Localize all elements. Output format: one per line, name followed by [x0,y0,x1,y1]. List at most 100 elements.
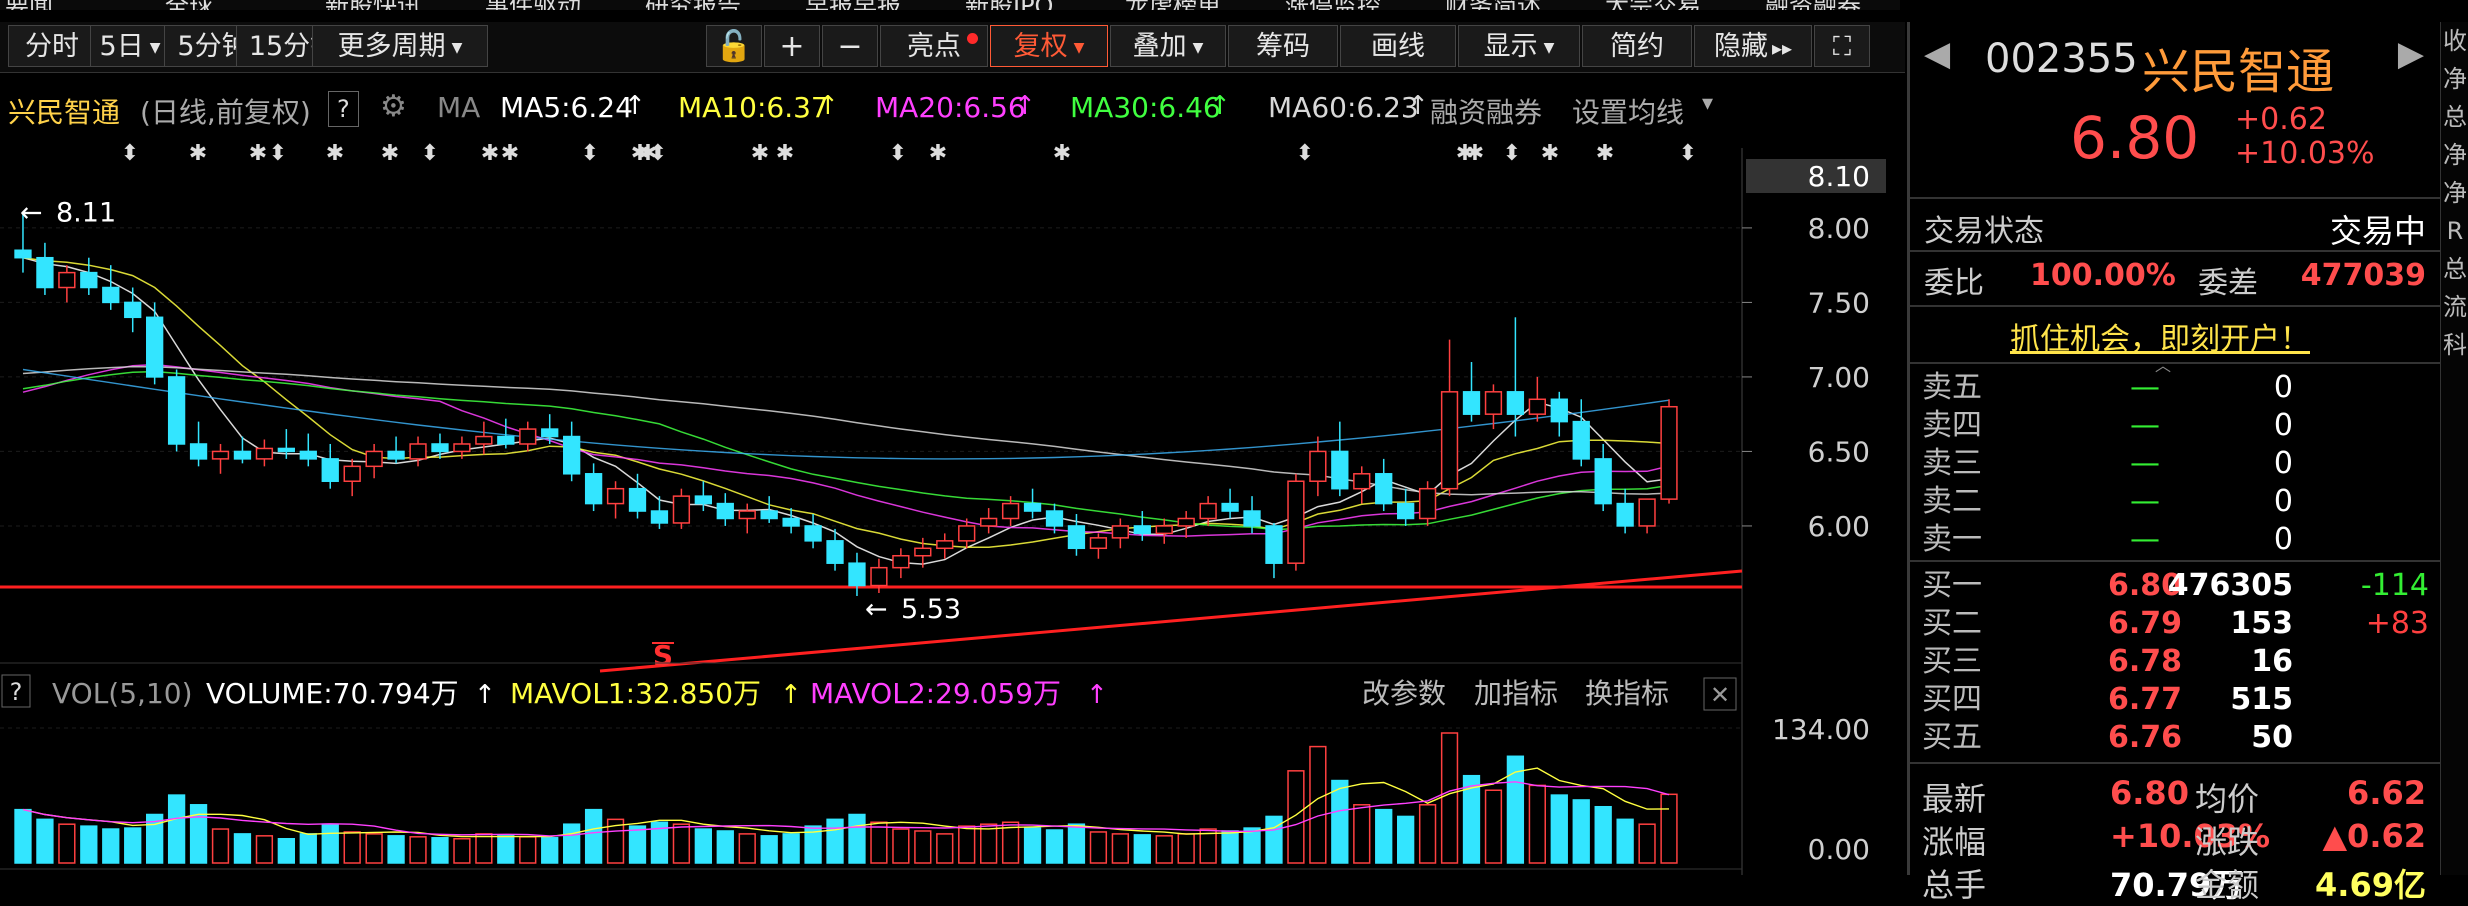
candle-body[interactable] [321,458,339,482]
event-marker-icon[interactable]: ⬍ [269,141,287,166]
event-marker-icon[interactable]: ⬍ [1679,141,1697,166]
candle-body[interactable] [826,540,844,564]
candle-body[interactable] [497,435,515,445]
candle-body[interactable] [1331,450,1349,490]
margin-trading-link[interactable]: 融资融券 [1430,91,1542,131]
side-tab-label[interactable]: 收 [2441,22,2468,60]
kline-chart[interactable]: 8.108.007.507.006.506.00⬍ ✱ ✱ ⬍ ✱ ✱ ⬍ ✱ ✱ ⬍ ✱✱⬍ ✱ ✱ ⬍… [0,73,1905,875]
candle-body[interactable] [1550,398,1568,423]
candle-body[interactable] [277,447,295,453]
toolbar-button[interactable]: 筹码 [1228,25,1338,67]
unlock-button[interactable]: 🔓 [706,25,762,67]
ask-row[interactable]: 卖一 — 0 [1910,520,2443,560]
candle-body[interactable] [14,249,32,259]
candle-body[interactable] [672,495,691,524]
side-tab-label[interactable]: 总 [2441,98,2468,136]
candle-body[interactable] [716,502,734,520]
bid-row[interactable]: 买三 6.78 16 [1910,642,2443,682]
candle-body[interactable] [189,443,208,460]
event-marker-icon[interactable]: ✱ [1541,141,1559,166]
side-tab-label[interactable]: R [2441,212,2468,250]
candle-body[interactable] [848,562,866,587]
ask-row[interactable]: 卖三 — 0 [1910,444,2443,484]
event-marker-icon[interactable]: ✱ [1053,141,1071,166]
candle-body[interactable] [650,510,669,524]
candle-body[interactable] [102,286,120,304]
event-marker-icon[interactable]: ✱ [326,141,344,166]
candle-body[interactable] [760,510,778,520]
toolbar-button[interactable]: 亮点 [880,25,988,67]
indicator-action-button[interactable]: 改参数 [1362,677,1446,710]
candle-body[interactable] [694,495,712,505]
candle-body[interactable] [255,447,274,460]
top-nav-item[interactable]: 龙虎榜单 [1125,0,1221,10]
event-marker-icon[interactable]: ⬍ [889,141,907,166]
candle-body[interactable] [387,450,405,460]
candle-body[interactable] [1067,525,1086,550]
candle-body[interactable] [58,271,76,289]
candle-body[interactable] [541,428,559,438]
ask-row[interactable]: 卖二 — 0 [1910,482,2443,522]
candle-body[interactable] [1001,502,1020,520]
candle-body[interactable] [870,566,888,587]
candle-body[interactable] [1594,458,1612,505]
fullscreen-button[interactable]: ⛶ [1814,25,1870,67]
candle-body[interactable] [1155,525,1173,535]
settings-gear-icon[interactable]: ⚙ [380,89,407,124]
next-stock-icon[interactable]: ▶ [2398,34,2424,74]
toolbar-button[interactable]: 简约 [1582,25,1692,67]
indicator-action-button[interactable]: 加指标 [1474,677,1558,710]
event-marker-icon[interactable]: ✱ [189,141,207,166]
top-nav-item[interactable]: 事件驱动 [485,0,581,10]
top-nav-item[interactable]: 新股快讯 [325,0,421,10]
candle-body[interactable] [146,316,164,378]
candle-body[interactable] [958,525,976,542]
period-button[interactable]: 更多周期 ▼ [312,25,488,67]
event-marker-icon[interactable]: ⬍ [1296,141,1314,166]
candle-body[interactable] [1221,502,1239,512]
candle-body[interactable] [1353,473,1371,490]
candle-body[interactable] [409,443,427,460]
top-nav-item[interactable]: 研究报告 [645,0,741,10]
candle-body[interactable] [1660,405,1678,500]
candle-body[interactable] [1375,473,1393,505]
event-marker-icon[interactable]: ⬍ [421,141,439,166]
candle-body[interactable] [782,517,800,527]
candle-body[interactable] [1397,502,1415,520]
candle-body[interactable] [1199,502,1217,520]
candle-body[interactable] [431,443,449,453]
top-nav-item[interactable]: 全球 [165,0,213,10]
candle-body[interactable] [1506,391,1525,415]
event-marker-icon[interactable]: ⬍ [581,141,599,166]
candle-body[interactable] [1023,502,1042,512]
candle-body[interactable] [365,450,383,468]
candle-body[interactable] [1462,391,1481,415]
candle-body[interactable] [1133,525,1151,535]
candle-body[interactable] [1616,502,1634,527]
toolbar-button[interactable]: 隐藏 ▸▸ [1694,25,1812,67]
candle-body[interactable] [563,435,581,475]
candle-body[interactable] [519,428,537,445]
help-button[interactable]: ? [328,91,359,127]
candle-body[interactable] [1287,480,1305,564]
event-marker-icon[interactable]: ⬍ [1503,141,1521,166]
candle-body[interactable] [36,256,54,289]
candle-body[interactable] [211,450,230,460]
bid-row[interactable]: 买五 6.76 50 [1910,718,2443,758]
candle-body[interactable] [453,443,471,453]
side-tab-label[interactable]: 总 [2441,250,2468,288]
event-marker-icon[interactable]: ✱ [481,141,499,166]
candle-body[interactable] [124,301,142,319]
candle-body[interactable] [475,435,493,445]
candle-body[interactable] [1265,525,1283,564]
side-tab-label[interactable]: 科 [2441,326,2468,364]
event-marker-icon[interactable]: ✱ [751,141,769,166]
candle-body[interactable] [936,540,954,550]
period-button[interactable]: 5日 ▼ [90,25,170,67]
event-marker-icon[interactable]: ✱ [1596,141,1614,166]
candle-body[interactable] [299,450,317,460]
candle-body[interactable] [167,376,186,445]
candle-body[interactable] [343,465,361,482]
bid-row[interactable]: 买一 6.80 476305 -114 [1910,566,2443,606]
event-marker-icon[interactable]: ✱ [1466,141,1484,166]
